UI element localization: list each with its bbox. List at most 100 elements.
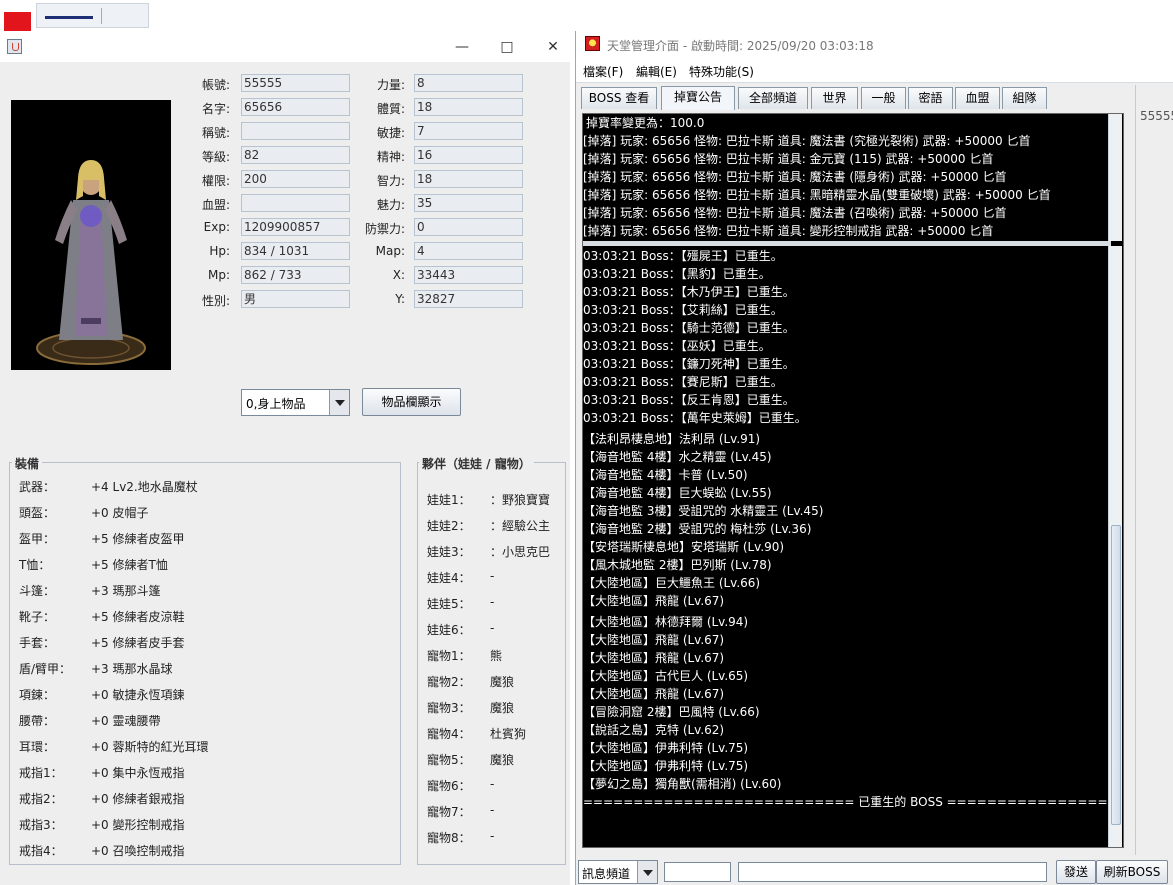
partner-value: 魔狼 <box>490 675 515 689</box>
partner-slot: 寵物3： <box>427 701 471 715</box>
int-field[interactable]: 18 <box>414 170 523 188</box>
boss-line: 【海音地監 3樓】受詛咒的 水精靈王 (Lv.45) <box>583 504 824 518</box>
boss-line: 【大陸地區】飛龍 (Lv.67) <box>583 633 725 647</box>
target-input[interactable] <box>664 862 731 882</box>
character-portrait <box>11 100 171 370</box>
tab-normal[interactable]: 一般 <box>861 87 906 109</box>
map-field[interactable]: 4 <box>414 242 523 260</box>
dex-field[interactable]: 7 <box>414 122 523 140</box>
exp-field[interactable]: 1209900857 <box>241 218 350 236</box>
maximize-icon[interactable]: □ <box>497 37 517 57</box>
top-log-scrollbar[interactable] <box>1108 114 1122 241</box>
stat-label: Mp: <box>207 268 230 282</box>
menu-special[interactable]: 特殊功能(S) <box>689 63 754 80</box>
stat-label: 名字: <box>201 102 230 116</box>
y-coord-field[interactable]: 32827 <box>414 290 523 308</box>
partner-slot: 娃娃2： <box>427 519 471 533</box>
tab-drop-announce[interactable]: 掉寶公告 <box>661 86 735 110</box>
boss-line: 03:03:21 Boss：【黑豹】已重生。 <box>583 267 771 281</box>
cha-field[interactable]: 35 <box>414 194 523 212</box>
partner-value: - <box>490 621 495 635</box>
boss-line: 【夢幻之島】獨角獸(需相消) (Lv.60) <box>583 777 782 791</box>
side-panel: 55555 <box>1135 85 1173 855</box>
minimize-icon[interactable]: — <box>452 37 472 57</box>
close-icon[interactable]: ✕ <box>543 37 563 57</box>
partner-slot: 寵物6： <box>427 779 471 793</box>
clan-field[interactable] <box>241 194 350 212</box>
boss-line: 【大陸地區】林德拜爾 (Lv.94) <box>583 615 749 629</box>
equip-slot: 手套： <box>19 636 56 650</box>
boss-line: 【海音地監 2樓】受詛咒的 梅杜莎 (Lv.36) <box>583 522 812 536</box>
equip-item: +0 集中永恆戒指 <box>91 766 185 780</box>
wis-field[interactable]: 16 <box>414 146 523 164</box>
boss-line: 03:03:21 Boss：【艾莉絲】已重生。 <box>583 303 783 317</box>
admin-window: 天堂管理介面 - 啟動時間: 2025/09/20 03:03:18 檔案(F)… <box>575 31 1173 885</box>
stat-label: 性別: <box>201 294 230 308</box>
message-input[interactable] <box>738 862 1047 882</box>
partner-slot: 寵物4： <box>427 727 471 741</box>
tab-world[interactable]: 世界 <box>811 87 858 109</box>
send-button[interactable]: 發送 <box>1056 860 1096 884</box>
str-field[interactable]: 8 <box>414 74 523 92</box>
equip-slot: 戒指3： <box>19 818 63 832</box>
partner-slot: 娃娃4： <box>427 571 471 585</box>
menu-edit[interactable]: 編輯(E) <box>636 63 677 80</box>
tab-party[interactable]: 組隊 <box>1002 87 1047 109</box>
con-field[interactable]: 18 <box>414 98 523 116</box>
title-field[interactable] <box>241 122 350 140</box>
partner-value: ：野狼寶寶 <box>490 493 551 507</box>
equip-slot: 盾/臂甲： <box>19 662 72 676</box>
log-line: 掉寶率變更為：100.0 <box>586 116 705 130</box>
scroll-thumb[interactable] <box>1111 525 1121 825</box>
equip-slot: T恤： <box>19 558 51 572</box>
equip-slot: 武器： <box>19 480 56 494</box>
thumbnail-preview <box>36 3 149 28</box>
boss-line: 【大陸地區】伊弗利特 (Lv.75) <box>583 759 749 773</box>
equip-item: +5 修練者T恤 <box>91 558 168 572</box>
boss-line: 03:03:21 Boss：【鐮刀死神】已重生。 <box>583 357 795 371</box>
tab-whisper[interactable]: 密語 <box>908 87 953 109</box>
stat-label: 體質: <box>376 102 405 116</box>
log-line: [掉落] 玩家: 65656 怪物: 巴拉卡斯 道具: 黑暗精靈水晶(雙重破壞)… <box>583 188 1051 202</box>
mp-field[interactable]: 862 / 733 <box>241 266 350 284</box>
boss-line: 【大陸地區】古代巨人 (Lv.65) <box>583 669 749 683</box>
stat-label: Map: <box>375 244 405 258</box>
refresh-boss-button[interactable]: 刷新BOSS <box>1096 860 1168 884</box>
boss-log-scrollbar[interactable] <box>1108 246 1122 847</box>
app-red-icon[interactable] <box>4 12 31 31</box>
show-inventory-button[interactable]: 物品欄顯示 <box>362 388 461 416</box>
equipment-title: 裝備 <box>12 455 43 472</box>
tab-boss-view[interactable]: BOSS 查看 <box>581 87 657 109</box>
chevron-down-icon[interactable] <box>637 861 657 883</box>
tab-all-channels[interactable]: 全部頻道 <box>738 87 808 109</box>
gender-field[interactable]: 男 <box>241 290 350 308</box>
partner-slot: 寵物1： <box>427 649 471 663</box>
boss-line: 【海音地監 4樓】巨大蜈蚣 (Lv.55) <box>583 486 772 500</box>
item-source-select[interactable]: 0,身上物品 <box>241 389 350 416</box>
channel-select[interactable]: 訊息頻道 <box>578 860 658 884</box>
permission-field[interactable]: 200 <box>241 170 350 188</box>
equip-item: +0 修練者銀戒指 <box>91 792 185 806</box>
hp-field[interactable]: 834 / 1031 <box>241 242 350 260</box>
x-coord-field[interactable]: 33443 <box>414 266 523 284</box>
equip-item: +5 修練者皮手套 <box>91 636 185 650</box>
chevron-down-icon[interactable] <box>329 390 349 415</box>
partners-title: 夥伴（娃娃 / 寵物） <box>419 455 534 472</box>
account-field[interactable]: 55555 <box>241 74 350 92</box>
defense-field[interactable]: 0 <box>414 218 523 236</box>
equip-item: +0 變形控制戒指 <box>91 818 185 832</box>
boss-line: 03:03:21 Boss：【萬年史萊姆】已重生。 <box>583 411 807 425</box>
tab-clan[interactable]: 血盟 <box>955 87 1000 109</box>
boss-line: =========================== 已重生的 BOSS ==… <box>583 795 1113 809</box>
drop-log-console[interactable]: 掉寶率變更為：100.0 [掉落] 玩家: 65656 怪物: 巴拉卡斯 道具:… <box>582 113 1124 848</box>
boss-line: 03:03:21 Boss：【反王肯恩】已重生。 <box>583 393 795 407</box>
boss-line: 【法利昂棲息地】法利昂 (Lv.91) <box>583 432 761 446</box>
boss-line: 03:03:21 Boss：【木乃伊王】已重生。 <box>583 285 795 299</box>
equip-slot: 戒指1： <box>19 766 63 780</box>
equip-item: +5 修練者皮盔甲 <box>91 532 185 546</box>
menu-file[interactable]: 檔案(F) <box>583 63 623 80</box>
partner-value: 杜賓狗 <box>490 727 527 741</box>
level-field[interactable]: 82 <box>241 146 350 164</box>
boss-line: 03:03:21 Boss：【殭屍王】已重生。 <box>583 249 783 263</box>
name-field[interactable]: 65656 <box>241 98 350 116</box>
